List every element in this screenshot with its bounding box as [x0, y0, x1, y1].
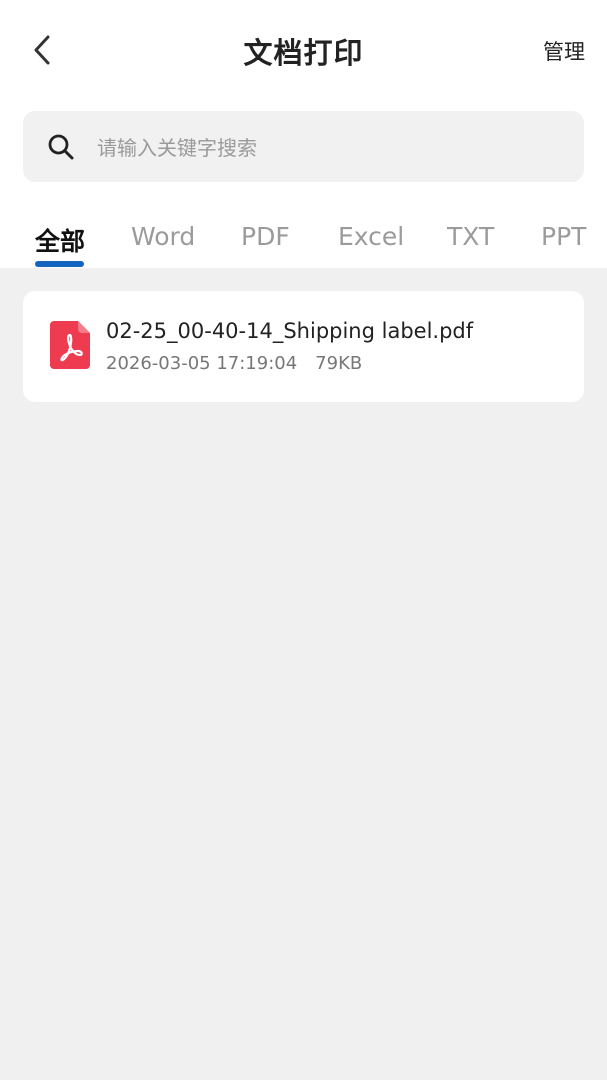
page-title: 文档打印	[243, 36, 364, 70]
pdf-file-icon	[50, 321, 90, 369]
tab-txt[interactable]: TXT	[447, 222, 494, 251]
file-name: 02-25_00-40-14_Shipping label.pdf	[106, 319, 474, 343]
file-list: 02-25_00-40-14_Shipping label.pdf 2026-0…	[0, 268, 607, 1080]
top-area: 文档打印 管理 请输入关键字搜索 全部 Word PDF Excel TXT P…	[0, 0, 607, 268]
tab-pdf[interactable]: PDF	[241, 222, 290, 251]
file-type-tabs: 全部 Word PDF Excel TXT PPT	[0, 210, 607, 268]
search-icon	[47, 133, 75, 161]
file-meta: 2026-03-05 17:19:04 79KB	[106, 353, 362, 374]
tab-ppt[interactable]: PPT	[541, 222, 586, 251]
search-input[interactable]: 请输入关键字搜索	[23, 111, 584, 182]
file-size: 79KB	[315, 353, 363, 374]
tab-active-indicator	[35, 261, 84, 267]
search-placeholder: 请输入关键字搜索	[97, 136, 257, 160]
list-item[interactable]: 02-25_00-40-14_Shipping label.pdf 2026-0…	[23, 291, 584, 402]
tab-all[interactable]: 全部	[35, 222, 85, 258]
file-date: 2026-03-05 17:19:04	[106, 353, 298, 374]
tab-word[interactable]: Word	[131, 222, 195, 251]
header: 文档打印 管理	[0, 0, 607, 100]
manage-button[interactable]: 管理	[543, 36, 585, 66]
tab-excel[interactable]: Excel	[338, 222, 404, 251]
